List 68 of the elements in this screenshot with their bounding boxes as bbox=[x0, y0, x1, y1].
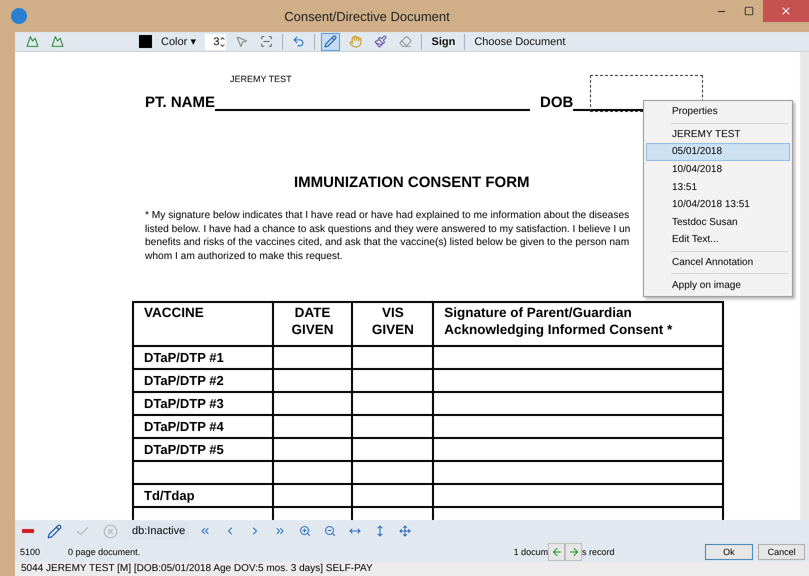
patient-name-text: JEREMY TEST bbox=[230, 74, 293, 84]
pencil-icon bbox=[324, 35, 338, 48]
undo-icon bbox=[292, 35, 306, 48]
window-title: Consent/Directive Document bbox=[283, 8, 451, 24]
minus-icon bbox=[22, 529, 34, 533]
dob-label: DOB bbox=[540, 94, 574, 111]
menu-item[interactable]: 05/01/2018 bbox=[646, 143, 790, 161]
pen-width-spinner[interactable]: 3 bbox=[205, 34, 226, 50]
zoom-out-icon bbox=[324, 525, 336, 537]
consent-text: whom I am authorized to make this request. bbox=[145, 250, 343, 263]
column-header: Signature of Parent/Guardian Acknowledging Informed Consent * bbox=[433, 302, 723, 346]
table-cell: DTaP/DTP #5 bbox=[133, 438, 273, 461]
cancel-button[interactable]: Cancel bbox=[758, 544, 805, 560]
choose-document-button[interactable]: Choose Document bbox=[471, 32, 568, 50]
table-cell: DTaP/DTP #2 bbox=[133, 369, 273, 392]
status-bar: 5044 JEREMY TEST [M] [DOB:05/01/2018 Age DOV:5 mos. 3 days] SELF-PAY bbox=[15, 562, 809, 576]
color-dropdown[interactable]: Color ▾ bbox=[158, 32, 200, 50]
mountain-icon bbox=[26, 35, 39, 48]
form-heading: IMMUNIZATION CONSENT FORM bbox=[294, 174, 530, 191]
eraser-icon bbox=[399, 35, 412, 48]
fit-page-icon bbox=[399, 525, 412, 537]
column-header: DATE GIVEN bbox=[272, 302, 352, 346]
scrollbar[interactable] bbox=[800, 52, 809, 520]
page-count-text: 0 page document. bbox=[68, 547, 140, 557]
menu-item[interactable]: Edit Text... bbox=[646, 231, 790, 249]
sign-button[interactable]: Sign bbox=[428, 32, 458, 50]
menu-item[interactable]: 10/04/2018 bbox=[646, 160, 790, 178]
menu-item[interactable]: Testdoc Susan bbox=[646, 214, 790, 232]
pencil-icon bbox=[47, 524, 62, 538]
table-cell: DTaP/DTP #3 bbox=[133, 392, 273, 415]
consent-text: benefits and risks of the vaccines cited, and ask that the vaccine(s) listed below be given to the person nam bbox=[145, 236, 630, 250]
column-header: VACCINE bbox=[133, 302, 273, 346]
consent-text: listed below. I have had a chance to ask questions and they were answered to my satisfaction. I believe I un bbox=[145, 222, 630, 236]
left-arrow-icon bbox=[550, 546, 563, 558]
menu-item[interactable]: 10/04/2018 13:51 bbox=[646, 196, 790, 214]
cancel-icon bbox=[103, 524, 118, 538]
brush-icon bbox=[374, 35, 388, 48]
previous-record-button[interactable] bbox=[548, 543, 566, 561]
right-arrow-icon bbox=[568, 546, 580, 558]
table-cell: DTaP/DTP #4 bbox=[133, 415, 273, 438]
maximize-icon bbox=[744, 6, 754, 16]
menu-item[interactable]: Cancel Annotation bbox=[646, 254, 790, 272]
menu-item[interactable]: 13:51 bbox=[646, 178, 790, 196]
mountain-icon bbox=[51, 35, 64, 48]
last-page-icon bbox=[274, 525, 286, 537]
record-text: s record bbox=[582, 547, 614, 557]
consent-text: * My signature below indicates that I have read or have had explained to me information about the diseases bbox=[145, 209, 630, 222]
select-area-icon bbox=[260, 35, 274, 48]
column-header: VIS GIVEN bbox=[352, 302, 434, 346]
app-logo-icon bbox=[11, 8, 27, 24]
close-icon bbox=[780, 5, 792, 17]
table-cell: Td/Tdap bbox=[133, 484, 273, 507]
menu-item[interactable]: JEREMY TEST bbox=[646, 126, 790, 144]
pointer-icon bbox=[235, 35, 248, 48]
db-status: db:Inactive bbox=[128, 522, 190, 540]
next-record-button[interactable] bbox=[565, 543, 582, 561]
hand-icon bbox=[349, 35, 362, 48]
table-cell: DTaP/DTP #1 bbox=[133, 346, 273, 369]
menu-item[interactable]: Properties bbox=[646, 103, 790, 121]
color-swatch[interactable] bbox=[139, 35, 152, 48]
ok-button[interactable]: Ok bbox=[704, 544, 754, 560]
draw-tool-button[interactable] bbox=[321, 32, 340, 50]
record-text: 1 docum bbox=[514, 547, 548, 557]
first-page-icon bbox=[199, 525, 212, 537]
menu-item[interactable]: Apply on image bbox=[646, 276, 790, 294]
name-label: PT. NAME bbox=[145, 94, 216, 111]
document-code: 5100 bbox=[20, 547, 40, 557]
zoom-in-icon bbox=[299, 525, 312, 537]
